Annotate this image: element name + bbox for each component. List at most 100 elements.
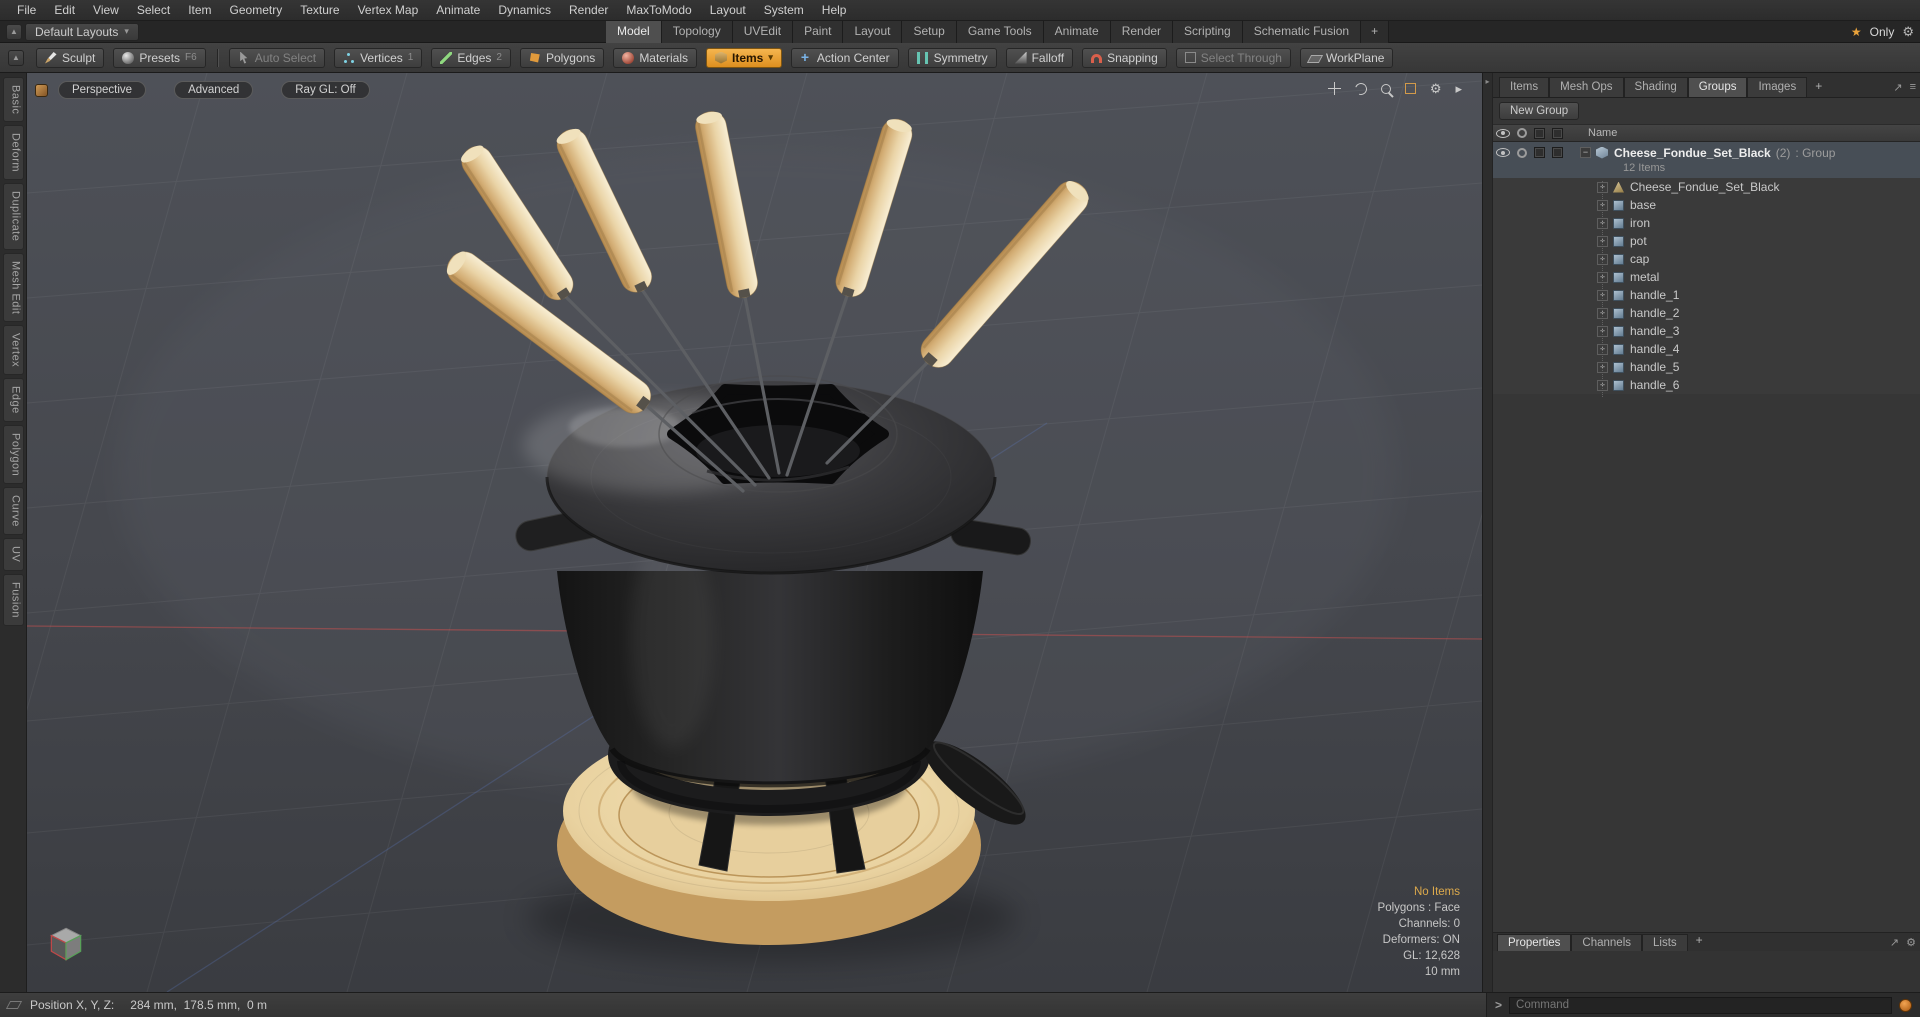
tool-tab-polygon[interactable]: Polygon — [2, 425, 24, 485]
maximize-viewport-icon[interactable] — [1404, 83, 1416, 94]
materials-mode-button[interactable]: Materials — [613, 47, 697, 68]
menu-maxtomodo[interactable]: MaxToModo — [617, 0, 700, 21]
tab-setup[interactable]: Setup — [902, 21, 957, 43]
viewport-settings-gear-icon[interactable]: ⚙ — [1430, 82, 1442, 95]
items-mode-button[interactable]: Items ▾ — [706, 47, 782, 68]
add-properties-tab-button[interactable]: + — [1688, 931, 1711, 951]
tab-items[interactable]: Items — [1499, 77, 1550, 97]
tab-shading[interactable]: Shading — [1623, 77, 1688, 97]
menu-vertex-map[interactable]: Vertex Map — [349, 0, 428, 21]
tree-row-metal[interactable]: + metal — [1493, 268, 1920, 286]
default-layouts-dropdown[interactable]: Default Layouts ▾ — [25, 22, 139, 41]
menu-texture[interactable]: Texture — [291, 0, 348, 21]
edges-mode-button[interactable]: Edges 2 — [431, 47, 511, 68]
tool-tab-fusion[interactable]: Fusion — [2, 573, 24, 626]
add-layout-tab-button[interactable]: + — [1361, 21, 1390, 43]
menu-help[interactable]: Help — [813, 0, 856, 21]
perspective-button[interactable]: Perspective — [58, 81, 147, 99]
advanced-shading-button[interactable]: Advanced — [174, 81, 254, 99]
tree-row-handle-1[interactable]: + handle_1 — [1493, 286, 1920, 304]
zoom-icon[interactable] — [1380, 83, 1391, 94]
pan-icon[interactable] — [1327, 82, 1341, 95]
tree-row-pot[interactable]: + pot — [1493, 232, 1920, 250]
menu-render[interactable]: Render — [560, 0, 617, 21]
tab-schematic-fusion[interactable]: Schematic Fusion — [1242, 21, 1362, 43]
menu-select[interactable]: Select — [128, 0, 179, 21]
tree-row-mesh-root[interactable]: + Cheese_Fondue_Set_Black — [1493, 178, 1920, 196]
tool-tab-uv[interactable]: UV — [2, 538, 24, 571]
tool-tab-curve[interactable]: Curve — [2, 487, 24, 536]
menu-layout[interactable]: Layout — [701, 0, 755, 21]
properties-gear-icon[interactable]: ⚙ — [1906, 936, 1916, 949]
panel-splitter[interactable]: ▸ — [1483, 73, 1493, 992]
checkbox-1[interactable] — [1534, 147, 1545, 158]
tab-layout[interactable]: Layout — [843, 21, 903, 43]
viewport-3d[interactable]: Perspective Advanced Ray GL: Off ⚙ ▸ No … — [27, 73, 1482, 992]
workplane-button[interactable]: WorkPlane — [1299, 47, 1394, 68]
tool-tab-edge[interactable]: Edge — [2, 378, 24, 423]
menu-animate[interactable]: Animate — [427, 0, 489, 21]
tree-row-handle-2[interactable]: + handle_2 — [1493, 304, 1920, 322]
presets-button[interactable]: Presets F6 — [113, 47, 206, 68]
command-input[interactable] — [1509, 996, 1892, 1014]
select-through-button[interactable]: Select Through — [1175, 47, 1291, 68]
eye-icon[interactable] — [1496, 148, 1510, 157]
properties-expand-icon[interactable]: ↗ — [1890, 936, 1899, 949]
tree-row-handle-4[interactable]: + handle_4 — [1493, 340, 1920, 358]
menu-edit[interactable]: Edit — [45, 0, 84, 21]
tab-channels[interactable]: Channels — [1571, 934, 1643, 951]
tab-render[interactable]: Render — [1110, 21, 1174, 43]
tree-row-base[interactable]: + base — [1493, 196, 1920, 214]
tool-tab-deform[interactable]: Deform — [2, 125, 24, 181]
tab-animate[interactable]: Animate — [1043, 21, 1111, 43]
collapse-group-icon[interactable]: − — [1580, 147, 1591, 158]
menu-item[interactable]: Item — [179, 0, 220, 21]
tab-lists[interactable]: Lists — [1642, 934, 1688, 951]
tab-model[interactable]: Model — [606, 21, 662, 43]
snapping-button[interactable]: Snapping — [1082, 47, 1167, 68]
group-row[interactable]: − Cheese_Fondue_Set_Black (2) : Group 12… — [1493, 142, 1920, 178]
viewport-canvas[interactable] — [27, 73, 1482, 992]
new-group-button[interactable]: New Group — [1499, 102, 1580, 120]
viewport-options-icon[interactable] — [35, 83, 48, 97]
menu-system[interactable]: System — [755, 0, 813, 21]
tree-row-handle-5[interactable]: + handle_5 — [1493, 358, 1920, 376]
star-icon[interactable]: ★ — [1851, 25, 1862, 39]
tab-images[interactable]: Images — [1747, 77, 1808, 97]
tab-topology[interactable]: Topology — [661, 21, 733, 43]
tree-row-cap[interactable]: + cap — [1493, 250, 1920, 268]
gear-icon[interactable]: ⚙ — [1902, 24, 1914, 40]
menu-geometry[interactable]: Geometry — [221, 0, 292, 21]
checkbox-2[interactable] — [1552, 147, 1563, 158]
auto-select-button[interactable]: Auto Select — [228, 47, 326, 68]
render-toggle-icon[interactable] — [1517, 147, 1527, 158]
tab-paint[interactable]: Paint — [793, 21, 844, 43]
pin-layout-icon[interactable]: ▲ — [6, 23, 22, 40]
tab-mesh-ops[interactable]: Mesh Ops — [1549, 77, 1624, 97]
symmetry-button[interactable]: Symmetry — [907, 47, 997, 68]
tab-game-tools[interactable]: Game Tools — [956, 21, 1044, 43]
ray-gl-button[interactable]: Ray GL: Off — [281, 81, 370, 99]
orbit-icon[interactable] — [1352, 80, 1369, 97]
falloff-button[interactable]: Falloff — [1005, 47, 1074, 68]
tool-tab-mesh-edit[interactable]: Mesh Edit — [2, 252, 24, 323]
tool-tab-duplicate[interactable]: Duplicate — [2, 183, 24, 250]
tool-tab-basic[interactable]: Basic — [2, 77, 24, 123]
macro-record-icon[interactable] — [1899, 998, 1912, 1012]
sculpt-button[interactable]: Sculpt — [36, 47, 105, 68]
tree-row-handle-3[interactable]: + handle_3 — [1493, 322, 1920, 340]
tree-row-iron[interactable]: + iron — [1493, 214, 1920, 232]
polygons-mode-button[interactable]: Polygons — [519, 47, 605, 68]
menu-view[interactable]: View — [84, 0, 128, 21]
tree-row-handle-6[interactable]: + handle_6 — [1493, 376, 1920, 394]
tab-uvedit[interactable]: UVEdit — [732, 21, 794, 43]
add-panel-tab-button[interactable]: + — [1807, 77, 1830, 97]
collapse-panel-icon[interactable]: ▸ — [1485, 77, 1489, 86]
menu-dynamics[interactable]: Dynamics — [489, 0, 560, 21]
panel-menu-icon[interactable]: ≡ — [1910, 81, 1916, 94]
only-toggle[interactable]: Only — [1870, 25, 1895, 39]
action-center-button[interactable]: Action Center — [790, 47, 899, 68]
vertices-mode-button[interactable]: Vertices 1 — [334, 47, 423, 68]
expand-panel-icon[interactable]: ↗ — [1893, 81, 1902, 94]
tab-scripting[interactable]: Scripting — [1173, 21, 1243, 43]
